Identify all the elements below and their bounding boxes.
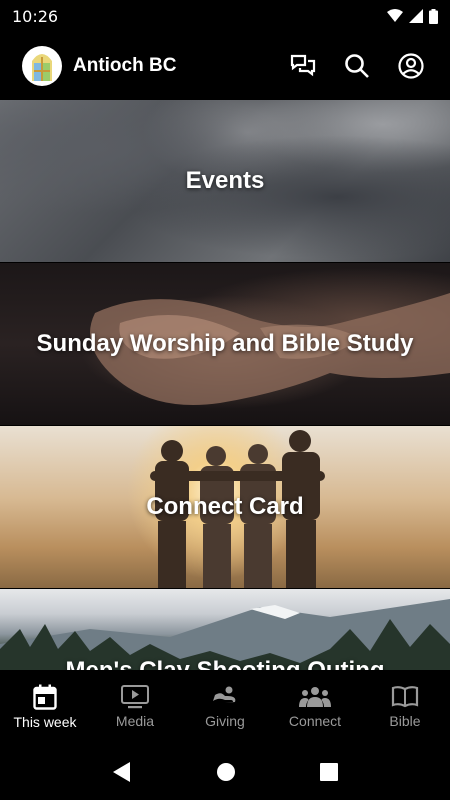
nav-giving[interactable]: Giving <box>180 670 270 744</box>
nav-label: This week <box>13 714 77 730</box>
card-connect[interactable]: Connect Card <box>0 426 450 588</box>
search-icon <box>345 54 369 78</box>
status-icons <box>387 8 438 24</box>
church-logo[interactable] <box>22 46 62 86</box>
app-actions <box>286 49 428 83</box>
giving-icon <box>213 686 236 703</box>
group-icon <box>299 687 331 707</box>
card-title: Connect Card <box>146 493 304 520</box>
card-title: Events <box>185 167 265 194</box>
search-button[interactable] <box>340 49 374 83</box>
battery-icon <box>429 8 438 24</box>
home-icon[interactable] <box>216 762 236 782</box>
book-icon <box>391 686 419 708</box>
status-bar: 10:26 <box>0 0 450 32</box>
recents-icon[interactable] <box>320 763 338 781</box>
app-bar: Antioch BC <box>0 32 450 100</box>
nav-bible[interactable]: Bible <box>360 670 450 744</box>
app-title: Antioch BC <box>73 55 177 76</box>
nav-label: Bible <box>389 713 421 729</box>
stained-glass-window-icon <box>32 54 52 81</box>
back-icon[interactable] <box>112 761 132 783</box>
status-time: 10:26 <box>12 6 59 26</box>
nav-media[interactable]: Media <box>90 670 180 744</box>
bottom-navigation: This week Media Giving Connect Bible <box>0 670 450 744</box>
system-navigation-bar <box>0 744 450 800</box>
chat-button[interactable] <box>286 49 320 83</box>
calendar-icon <box>33 684 57 710</box>
content-feed[interactable]: Events Sunday Worship and Bible Study Co… <box>0 100 450 670</box>
card-title: Men's Clay Shooting Outing <box>65 657 384 670</box>
card-sunday-worship[interactable]: Sunday Worship and Bible Study <box>0 263 450 425</box>
nav-label: Connect <box>288 713 342 729</box>
nav-label: Giving <box>205 713 245 729</box>
wifi-icon <box>387 9 403 22</box>
video-icon <box>121 685 149 709</box>
account-button[interactable] <box>394 49 428 83</box>
card-title: Sunday Worship and Bible Study <box>36 330 414 357</box>
signal-icon <box>409 9 423 23</box>
card-events[interactable]: Events <box>0 100 450 262</box>
card-mens-clay-shooting[interactable]: Men's Clay Shooting Outing <box>0 589 450 670</box>
chat-icon <box>290 54 316 77</box>
account-icon <box>398 53 424 79</box>
nav-this-week[interactable]: This week <box>0 670 90 744</box>
nav-label: Media <box>115 713 155 729</box>
nav-connect[interactable]: Connect <box>270 670 360 744</box>
